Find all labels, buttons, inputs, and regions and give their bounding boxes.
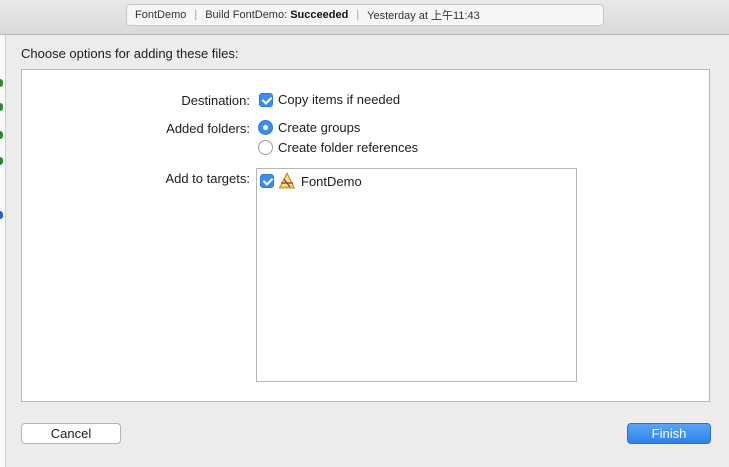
add-to-targets-label: Add to targets: [165, 171, 250, 186]
copy-items-checkbox[interactable]: Copy items if needed [259, 92, 400, 107]
activity-separator: | [356, 9, 360, 21]
create-folder-references-label: Create folder references [278, 140, 419, 155]
cancel-button[interactable]: Cancel [21, 423, 121, 444]
destination-label: Destination: [181, 93, 250, 108]
copy-items-label: Copy items if needed [278, 92, 401, 107]
xcode-app-icon [278, 172, 296, 189]
target-row[interactable]: FontDemo [260, 172, 362, 190]
targets-list[interactable]: FontDemo [256, 168, 577, 382]
status-marker [0, 131, 3, 139]
create-groups-radio[interactable]: Create groups [258, 120, 360, 135]
target-checkbox[interactable] [260, 174, 274, 188]
activity-project: FontDemo [135, 9, 187, 21]
add-files-sheet: Choose options for adding these files: D… [6, 35, 729, 467]
radio-selected-icon [258, 120, 273, 135]
status-marker [0, 103, 3, 111]
status-marker [0, 79, 3, 87]
activity-view: FontDemo | Build FontDemo: Succeeded | Y… [126, 4, 604, 26]
added-folders-label: Added folders: [166, 121, 250, 136]
sheet-title: Choose options for adding these files: [21, 46, 239, 61]
activity-time: Yesterday at 上午11:43 [367, 10, 480, 22]
activity-separator: | [194, 9, 198, 21]
checkbox-checked-icon [259, 92, 273, 107]
finish-button[interactable]: Finish [627, 423, 711, 444]
create-groups-label: Create groups [278, 120, 361, 135]
status-marker [0, 211, 3, 219]
create-folder-references-radio[interactable]: Create folder references [258, 140, 418, 155]
status-marker [0, 157, 3, 165]
activity-build-status: Succeeded [290, 9, 349, 21]
toolbar: FontDemo | Build FontDemo: Succeeded | Y… [0, 0, 729, 35]
options-panel: Destination: Copy items if needed Added … [21, 69, 710, 402]
activity-build-prefix: Build FontDemo: [205, 9, 288, 21]
radio-unselected-icon [258, 140, 273, 155]
target-name: FontDemo [301, 173, 362, 189]
